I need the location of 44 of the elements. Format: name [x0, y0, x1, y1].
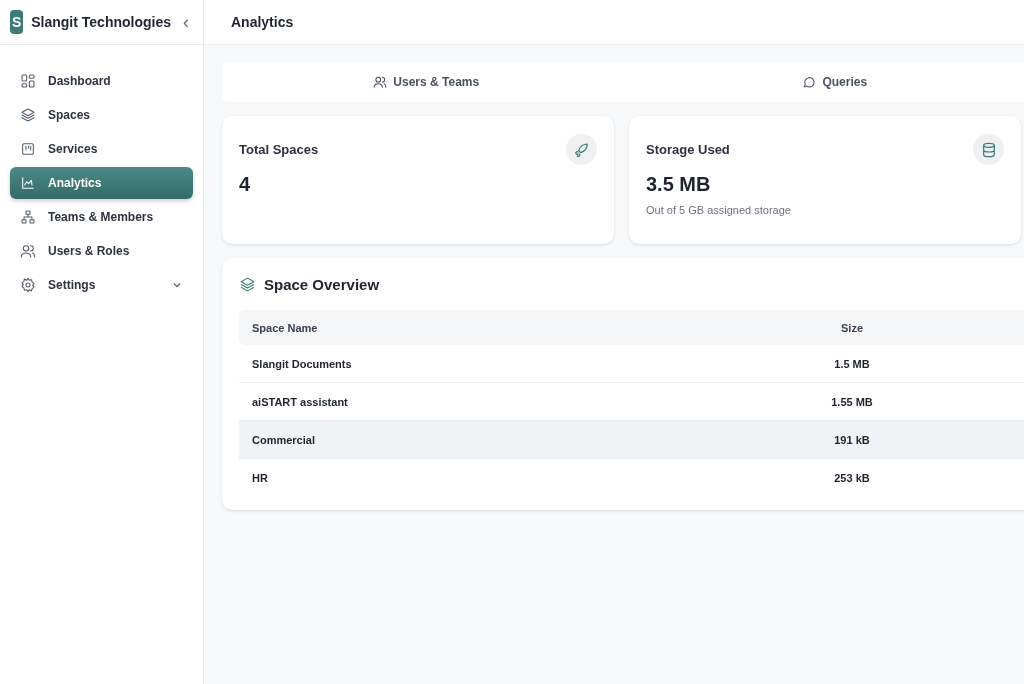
sidebar-item[interactable]: Services — [10, 133, 193, 165]
column-header: Space Name — [251, 321, 319, 334]
stat-note: Out of 5 GB assigned storage — [646, 204, 792, 216]
table-cell-text: 1.55 MB — [830, 395, 874, 408]
sidebar-item[interactable]: Analytics — [10, 167, 193, 199]
page-title: Analytics — [231, 14, 294, 30]
table-cell-text: 253 kB — [833, 471, 871, 484]
sidebar-item[interactable]: Users & Roles — [10, 235, 193, 267]
brand-logo: S — [10, 10, 24, 34]
board-icon — [20, 141, 36, 157]
stat-value: 4 — [239, 173, 252, 196]
settings-icon — [20, 277, 36, 293]
section-title: Space Overview — [264, 276, 380, 293]
column-header: Size — [840, 321, 864, 334]
table-cell-text: aiSTART assistant — [251, 395, 349, 408]
stat-title: Storage Used — [646, 142, 730, 157]
table-cell-text: Commercial — [251, 433, 316, 446]
grid-icon — [20, 73, 36, 89]
speech-bubble-icon — [802, 75, 817, 89]
sidebar-item[interactable]: Spaces — [10, 99, 193, 131]
sidebar-item[interactable]: Settings — [10, 269, 193, 301]
chart-icon — [20, 175, 36, 191]
sidebar-item[interactable]: Teams & Members — [10, 201, 193, 233]
users-icon — [20, 243, 36, 259]
tab[interactable]: Users & Teams — [222, 62, 631, 102]
layers-icon — [239, 276, 256, 293]
users-icon — [373, 75, 388, 89]
layers-icon — [20, 107, 36, 123]
brand-name: Slangit Technologies — [31, 14, 171, 30]
table-cell-text: HR — [251, 471, 269, 484]
tab[interactable]: Queries — [630, 62, 1024, 102]
stat-value: 3.5 MB — [646, 173, 712, 196]
table-row[interactable]: Slangit Documents 1.5 MB — [239, 345, 1024, 383]
table-row[interactable]: HR 253 kB — [239, 459, 1024, 496]
collapse-button[interactable]: ‹ — [179, 11, 193, 33]
database-icon — [973, 134, 1004, 165]
sidebar-item[interactable]: Dashboard — [10, 65, 193, 97]
rocket-icon — [566, 134, 597, 165]
table-cell-text: 191 kB — [833, 433, 871, 446]
table-cell-text: Slangit Documents — [251, 357, 353, 370]
table-cell-text: 1.5 MB — [833, 357, 871, 370]
stat-title: Total Spaces — [239, 142, 319, 157]
table-row[interactable]: Commercial 191 kB — [239, 421, 1024, 459]
hierarchy-icon — [20, 209, 36, 225]
